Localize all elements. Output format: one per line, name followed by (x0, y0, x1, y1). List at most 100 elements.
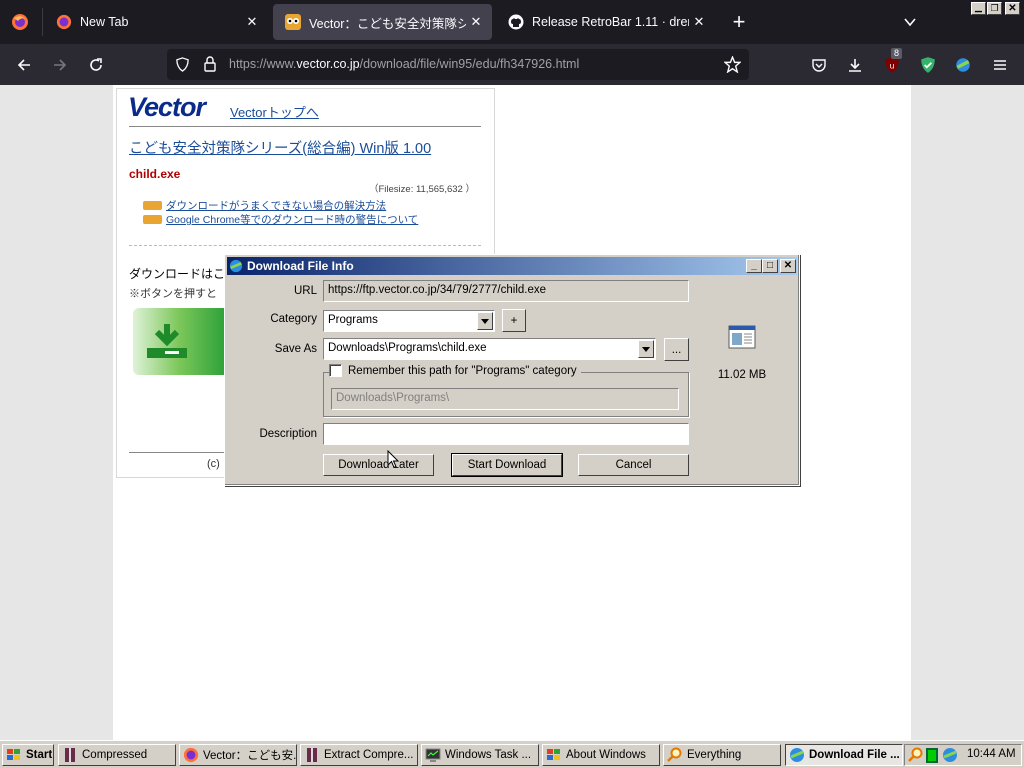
taskbar-item-about-windows[interactable]: About Windows (542, 744, 660, 766)
start-label: Start (26, 749, 53, 761)
tab-title: Release RetroBar 1.11 · dremin/Re (532, 15, 689, 29)
windows-logo-icon (6, 747, 22, 763)
download-heading: ダウンロードはこ (129, 267, 226, 281)
app-menu-icon[interactable] (987, 52, 1013, 78)
url-field[interactable]: https://ftp.vector.co.jp/34/79/2777/chil… (323, 280, 689, 302)
tab-title: Vector：こども安全対策隊シリーズ (309, 16, 466, 31)
file-size-label: 11.02 MB (717, 369, 767, 381)
start-download-button[interactable]: Start Download (451, 453, 563, 477)
ublock-origin-icon[interactable]: u 8 (879, 48, 905, 78)
bookmark-star-icon[interactable] (724, 56, 741, 73)
download-note: ※ボタンを押すと (129, 288, 217, 300)
tab-close-icon[interactable]: ✕ (242, 14, 262, 30)
task-manager-tray-icon[interactable] (926, 748, 938, 763)
firefox-icon (183, 747, 199, 763)
tab-close-icon[interactable]: ✕ (689, 14, 709, 30)
browse-button[interactable]: ... (664, 338, 689, 361)
tab-vector[interactable]: Vector：こども安全対策隊シリーズ ✕ (273, 4, 492, 40)
save-as-label: Save As (274, 343, 317, 355)
tab-new-tab[interactable]: New Tab ✕ (44, 4, 268, 40)
taskbar-item-label: About Windows (566, 749, 646, 761)
window-close-button[interactable]: ✕ (1005, 2, 1020, 15)
navigation-toolbar: https://www.vector.co.jp/download/file/w… (0, 44, 1024, 85)
everything-tray-icon[interactable] (908, 747, 924, 763)
tab-title: New Tab (80, 15, 129, 29)
software-title-link[interactable]: こども安全対策隊シリーズ(総合編) Win版 1.00 (129, 137, 431, 158)
taskbar-item-compressed[interactable]: Compressed (58, 744, 176, 766)
address-bar[interactable]: https://www.vector.co.jp/download/file/w… (167, 49, 749, 80)
tracking-protection-icon[interactable] (175, 57, 190, 72)
filename: child.exe (129, 167, 181, 181)
github-icon (508, 14, 524, 30)
taskbar-item-everything[interactable]: Everything (663, 744, 781, 766)
dialog-title: Download File Info (247, 259, 354, 273)
chrome-warning-link[interactable]: Google Chrome等でのダウンロード時の警告について (166, 212, 418, 227)
vector-top-link[interactable]: Vectorトップへ (230, 102, 319, 121)
url-domain: vector.co.jp (296, 57, 360, 71)
window-restore-button[interactable]: ❐ (987, 2, 1002, 15)
taskbar-item-label: Download File ... (809, 749, 900, 761)
download-manager-globe-icon (789, 747, 805, 763)
description-label: Description (259, 428, 317, 440)
hand-pointer-icon (143, 215, 162, 224)
save-as-combo[interactable]: Downloads\Programs\child.exe (323, 338, 656, 360)
lock-icon[interactable] (203, 56, 217, 72)
forward-button[interactable] (47, 52, 73, 78)
taskbar-item-firefox[interactable]: Vector：こども安... (179, 744, 297, 766)
filesize: （Filesize: 11,565,632 ） (369, 184, 475, 195)
dialog-maximize-button[interactable]: □ (762, 259, 778, 273)
firefox-menu-icon[interactable] (11, 13, 29, 31)
remember-path-checkbox[interactable] (329, 364, 342, 377)
download-manager-tray-icon[interactable] (942, 747, 958, 763)
downloads-icon[interactable] (842, 52, 868, 78)
privacy-badger-shield-icon[interactable] (915, 52, 941, 78)
taskbar-item-task-manager[interactable]: Windows Task ... (421, 744, 539, 766)
taskbar-item-label: Windows Task ... (445, 749, 532, 761)
url-label: URL (293, 285, 317, 297)
taskbar-item-download-file[interactable]: Download File ... (785, 744, 903, 766)
task-manager-icon (425, 747, 441, 763)
window-minimize-button[interactable]: ▁ (971, 2, 986, 15)
taskbar-item-label: Vector：こども安... (203, 750, 297, 762)
hand-pointer-icon (143, 201, 162, 210)
start-button[interactable]: Start (2, 744, 54, 766)
add-category-button[interactable]: + (502, 309, 526, 332)
save-as-value: Downloads\Programs\child.exe (328, 342, 487, 354)
list-all-tabs-icon[interactable] (902, 14, 918, 30)
back-button[interactable] (11, 52, 37, 78)
chevron-down-icon[interactable] (477, 312, 493, 330)
reload-button[interactable] (83, 52, 109, 78)
system-tray: 10:44 AM (904, 744, 1022, 766)
archive-icon (304, 747, 320, 763)
dialog-title-bar[interactable]: Download File Info _ □ ✕ (227, 257, 797, 275)
new-tab-button[interactable]: + (729, 11, 749, 33)
category-select[interactable]: Programs (323, 310, 495, 332)
dialog-close-button[interactable]: ✕ (780, 259, 796, 273)
program-file-icon (728, 325, 756, 349)
ublock-badge: 8 (891, 48, 903, 59)
url-prefix: https://www. (229, 57, 297, 71)
description-input[interactable] (323, 423, 689, 445)
remember-path-label: Remember this path for "Programs" catego… (348, 364, 577, 377)
tab-close-icon[interactable]: ✕ (466, 14, 486, 30)
download-file-info-dialog: Download File Info _ □ ✕ URL https://ftp… (224, 254, 800, 486)
dialog-minimize-button[interactable]: _ (746, 259, 762, 273)
download-later-button[interactable]: Download Later (323, 454, 434, 476)
download-button-image[interactable] (133, 308, 225, 375)
extension-globe-icon[interactable] (950, 52, 976, 78)
help-link-row: Google Chrome等でのダウンロード時の警告について (143, 212, 418, 227)
cancel-button[interactable]: Cancel (578, 454, 689, 476)
taskbar-item-extract[interactable]: Extract Compre... (300, 744, 418, 766)
tab-retrobar[interactable]: Release RetroBar 1.11 · dremin/Re ✕ (496, 4, 715, 40)
help-link-row: ダウンロードがうまくできない場合の解決方法 (143, 198, 386, 213)
remember-path-row: Remember this path for "Programs" catego… (329, 364, 581, 377)
chevron-down-icon[interactable] (638, 340, 654, 358)
pocket-icon[interactable] (806, 52, 832, 78)
category-label: Category (270, 313, 317, 325)
taskbar-item-label: Everything (687, 749, 742, 761)
windows-flag-icon (546, 747, 562, 763)
clock[interactable]: 10:44 AM (967, 748, 1016, 760)
download-help-link[interactable]: ダウンロードがうまくできない場合の解決方法 (166, 198, 386, 213)
mouse-cursor-icon (387, 450, 399, 469)
vector-logo[interactable]: Vector (128, 92, 206, 123)
